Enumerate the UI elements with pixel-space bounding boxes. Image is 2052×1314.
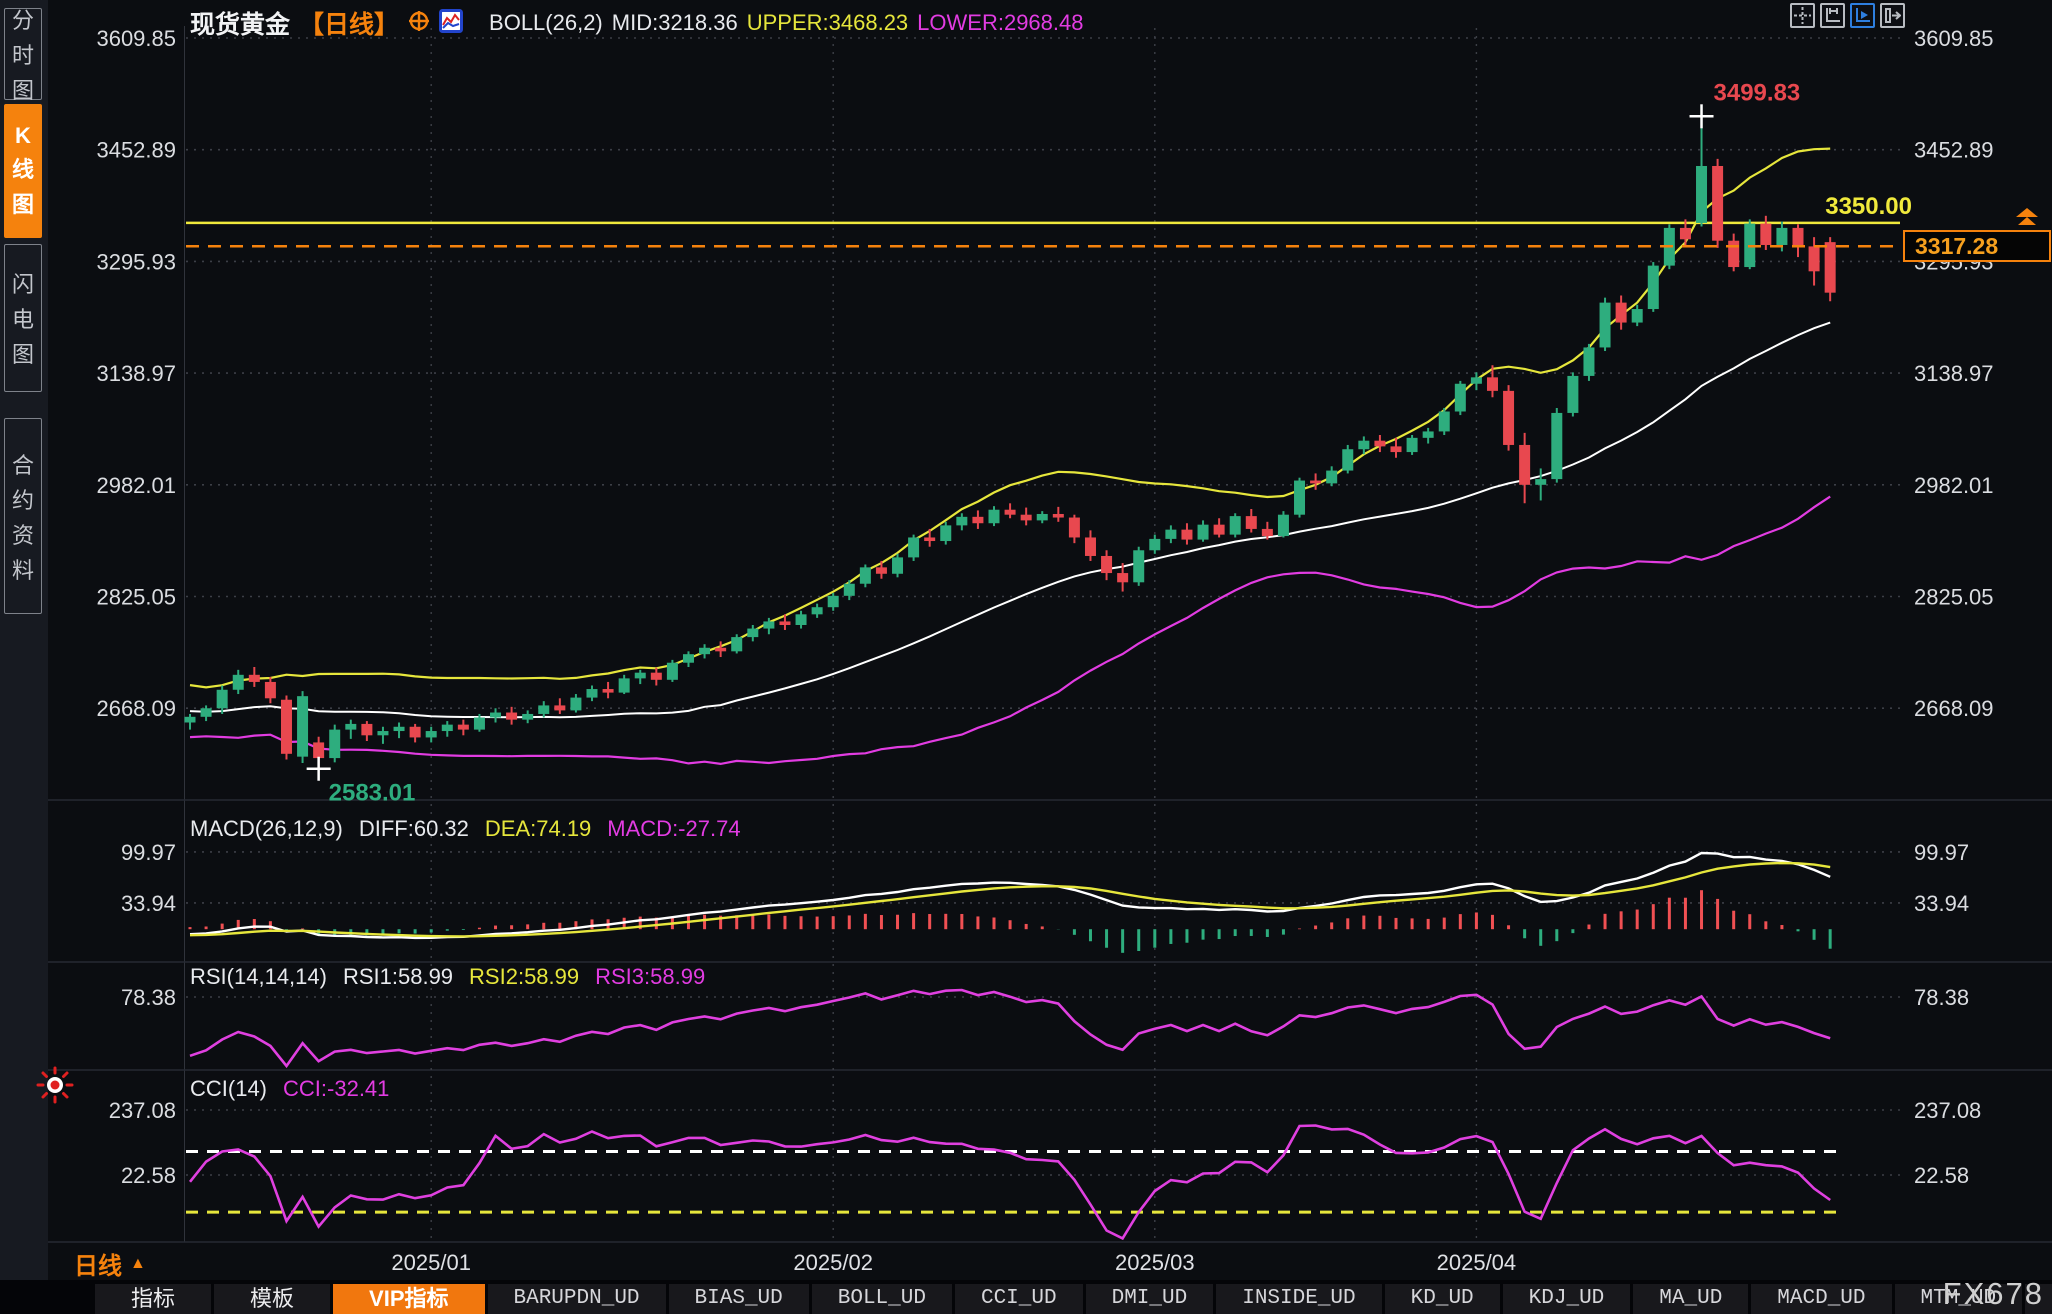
price-axis-tick: 3609.85 bbox=[96, 26, 176, 51]
period-selector[interactable]: 日线 ▲ bbox=[74, 1246, 146, 1281]
auto-scroll-button[interactable] bbox=[1850, 3, 1875, 28]
level-line-label: 3350.00 bbox=[1825, 193, 1912, 220]
sidebar: 分时图K线图闪电图合约资料 bbox=[0, 0, 48, 1314]
x-axis-month-label: 2025/02 bbox=[793, 1250, 873, 1275]
boll-mid-value: MID:3218.36 bbox=[611, 10, 738, 35]
boll-upper-line bbox=[189, 147, 1831, 689]
cci-axis-tick: 237.08 bbox=[1914, 1098, 1981, 1123]
chart-toolbar bbox=[1790, 3, 1905, 28]
macd-name: MACD(26,12,9) bbox=[190, 816, 343, 841]
axis-scale-button[interactable] bbox=[1820, 3, 1845, 28]
rsi2-value: RSI2:58.99 bbox=[469, 964, 580, 989]
bottom-tab-DMI_UD[interactable]: DMI_UD bbox=[1085, 1284, 1214, 1314]
rsi-axis-tick: 78.38 bbox=[121, 985, 176, 1010]
bottom-tab-INSIDE_UD[interactable]: INSIDE_UD bbox=[1216, 1284, 1382, 1314]
cci-axis-tick: 22.58 bbox=[1914, 1163, 1969, 1188]
boll-label: BOLL(26,2) bbox=[489, 10, 603, 35]
low-price-annotation: 2583.01 bbox=[329, 780, 416, 807]
rsi1-value: RSI1:58.99 bbox=[342, 964, 454, 989]
bottom-tab-KDJ_UD[interactable]: KDJ_UD bbox=[1502, 1284, 1631, 1314]
cci-axis-tick: 22.58 bbox=[121, 1163, 176, 1188]
price-axis-tick: 3295.93 bbox=[96, 249, 176, 274]
boll-mid-line bbox=[189, 321, 1831, 719]
dock-right-button[interactable] bbox=[1880, 3, 1905, 28]
cci-value: CCI:-32.41 bbox=[283, 1076, 390, 1101]
rsi-name: RSI(14,14,14) bbox=[190, 964, 327, 989]
watermark: FX678 bbox=[1942, 1276, 2044, 1311]
sidebar-item-time-share-chart[interactable]: 分时图 bbox=[4, 8, 42, 103]
price-axis-tick: 3138.97 bbox=[1914, 361, 1994, 386]
macd-axis-tick: 99.97 bbox=[1914, 840, 1969, 865]
x-axis-month-label: 2025/03 bbox=[1115, 1250, 1195, 1275]
macd-axis-tick: 99.97 bbox=[121, 840, 176, 865]
rsi-line bbox=[189, 988, 1831, 1069]
price-up-arrow-icon bbox=[2012, 208, 2042, 235]
symbol-title: 现货黄金 bbox=[190, 11, 291, 39]
macd-diff-value: DIFF:60.32 bbox=[358, 816, 469, 841]
bottom-tab-BOLL_UD[interactable]: BOLL_UD bbox=[811, 1284, 952, 1314]
high-price-annotation: 3499.83 bbox=[1714, 79, 1801, 106]
cci-label-row: CCI(14) CCI:-32.41 bbox=[190, 1076, 389, 1102]
price-axis-tick: 2668.09 bbox=[96, 696, 176, 721]
period-tag[interactable]: 【日线】 bbox=[299, 5, 399, 41]
rsi3-value: RSI3:58.99 bbox=[595, 964, 706, 989]
cci-axis-tick: 237.08 bbox=[109, 1098, 176, 1123]
cci-line bbox=[188, 1124, 1831, 1241]
chart-canvas[interactable]: 3609.853609.853452.893452.893295.933295.… bbox=[0, 0, 2052, 1314]
indicator-chart-icon[interactable] bbox=[439, 8, 464, 38]
macd-axis-tick: 33.94 bbox=[1914, 891, 1969, 916]
sidebar-item-contract-info[interactable]: 合约资料 bbox=[4, 418, 42, 614]
price-axis-tick: 3138.97 bbox=[96, 361, 176, 386]
macd-label-row: MACD(26,12,9) DIFF:60.32 DEA:74.19 MACD:… bbox=[190, 816, 741, 842]
bottom-tab-VIP[interactable]: VIP指标 bbox=[333, 1284, 485, 1314]
x-axis-month-label: 2025/04 bbox=[1437, 1250, 1517, 1275]
sidebar-item-kline-chart[interactable]: K线图 bbox=[4, 104, 42, 238]
x-axis-month-label: 2025/01 bbox=[391, 1250, 471, 1275]
bottom-tab-KD_UD[interactable]: KD_UD bbox=[1384, 1284, 1500, 1314]
chart-header: 现货黄金 【日线】 BOLL(26,2) MID:3218.36 UPPER:3… bbox=[190, 5, 1083, 41]
rsi-axis-tick: 78.38 bbox=[1914, 985, 1969, 1010]
price-axis-tick: 2825.05 bbox=[96, 585, 176, 610]
bottom-tab-CCI_UD[interactable]: CCI_UD bbox=[954, 1284, 1083, 1314]
bottom-tab-MA_UD[interactable]: MA_UD bbox=[1633, 1284, 1749, 1314]
candles-layer[interactable] bbox=[184, 116, 1901, 769]
price-axis-tick: 2982.01 bbox=[1914, 473, 1994, 498]
macd-axis-tick: 33.94 bbox=[121, 891, 176, 916]
price-axis-tick: 3609.85 bbox=[1914, 26, 1994, 51]
period-arrow-icon: ▲ bbox=[130, 1254, 146, 1272]
rsi-label-row: RSI(14,14,14) RSI1:58.99 RSI2:58.99 RSI3… bbox=[190, 964, 705, 990]
price-axis-tick: 3452.89 bbox=[96, 138, 176, 163]
price-axis-tick: 2668.09 bbox=[1914, 696, 1994, 721]
hot-indicator-icon[interactable] bbox=[36, 1066, 74, 1109]
indicator-tab-bar: 指标 模板 VIP指标 BARUPDN_UD BIAS_UD BOLL_UD CCI_UD D… bbox=[0, 1280, 2052, 1314]
bottom-tab-more[interactable]: 模板 bbox=[214, 1284, 331, 1314]
crosshair-tool-button[interactable] bbox=[1790, 3, 1815, 28]
bottom-tab-more[interactable]: 指标 bbox=[95, 1284, 212, 1314]
price-axis-tick: 3452.89 bbox=[1914, 138, 1994, 163]
target-icon[interactable] bbox=[408, 10, 430, 37]
trading-app-window: { "header": { "symbol": "现货黄金", "period_… bbox=[0, 0, 2052, 1314]
bottom-tab-MACD_UD[interactable]: MACD_UD bbox=[1751, 1284, 1892, 1314]
bottom-tab-BIAS_UD[interactable]: BIAS_UD bbox=[668, 1284, 809, 1314]
boll-upper-value: UPPER:3468.23 bbox=[746, 10, 909, 35]
indicator-layer bbox=[186, 851, 1840, 1241]
boll-lower-value: LOWER:2968.48 bbox=[917, 10, 1084, 35]
macd-value: MACD:-27.74 bbox=[607, 816, 741, 841]
price-axis-tick: 2982.01 bbox=[96, 473, 176, 498]
cci-name: CCI(14) bbox=[190, 1076, 268, 1101]
bottom-tab-BARUPDN_UD[interactable]: BARUPDN_UD bbox=[487, 1284, 666, 1314]
sidebar-item-lightning-chart[interactable]: 闪电图 bbox=[4, 244, 42, 392]
grid-layer bbox=[48, 26, 2052, 1243]
macd-dea-value: DEA:74.19 bbox=[484, 816, 592, 841]
period-label: 日线 bbox=[74, 1253, 122, 1280]
boll-lower-line bbox=[189, 495, 1831, 766]
price-axis-tick: 2825.05 bbox=[1914, 585, 1994, 610]
